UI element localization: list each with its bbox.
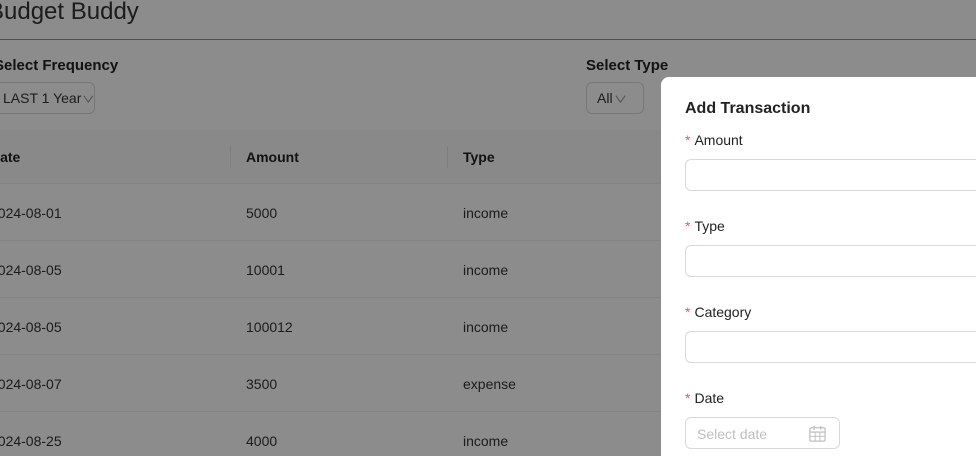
date-placeholder: Select date bbox=[697, 426, 768, 442]
type-label-text: Type bbox=[694, 218, 725, 234]
date-label: * Date bbox=[685, 390, 724, 406]
calendar-icon bbox=[809, 425, 826, 442]
amount-label: * Amount bbox=[685, 132, 743, 148]
amount-label-text: Amount bbox=[694, 132, 743, 148]
type-select[interactable] bbox=[685, 245, 976, 277]
type-label: * Type bbox=[685, 218, 725, 234]
add-transaction-modal: Add Transaction * Amount * Type * Category … bbox=[661, 77, 976, 456]
date-picker[interactable]: Select date bbox=[685, 417, 840, 449]
amount-input[interactable] bbox=[685, 159, 976, 191]
date-label-text: Date bbox=[694, 390, 725, 406]
category-label: * Category bbox=[685, 304, 751, 320]
required-mark: * bbox=[685, 218, 691, 234]
required-mark: * bbox=[685, 304, 691, 320]
required-mark: * bbox=[685, 390, 691, 406]
required-mark: * bbox=[685, 132, 691, 148]
modal-title: Add Transaction bbox=[685, 100, 811, 117]
category-label-text: Category bbox=[694, 304, 752, 320]
category-select[interactable] bbox=[685, 331, 976, 363]
